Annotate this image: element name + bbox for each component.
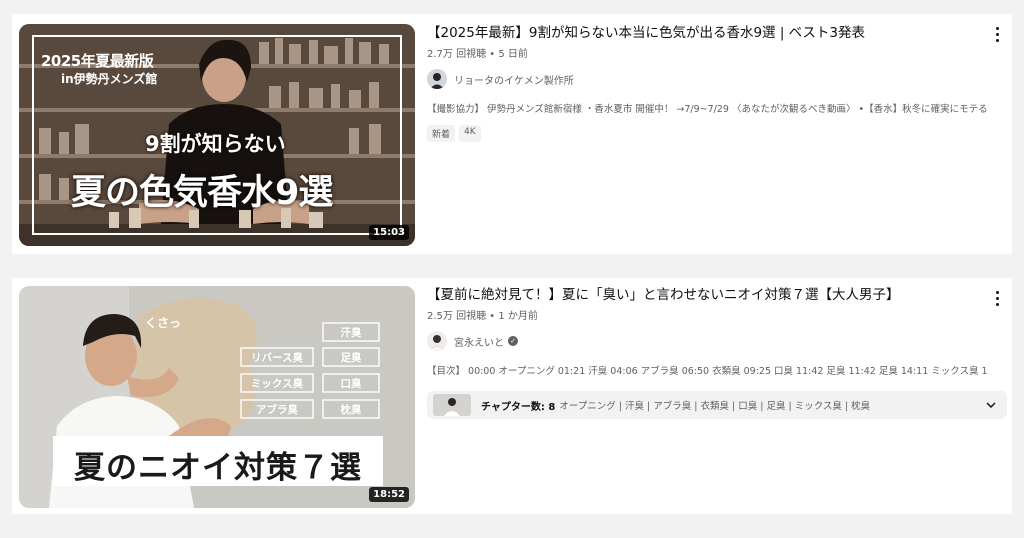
avatar-image — [427, 69, 447, 89]
thumbnail-2-banner-text: 夏のニオイ対策７選 — [74, 450, 362, 486]
video-thumbnail-2[interactable]: くさっ 汗臭 リバース臭 足臭 ミックス臭 口臭 アブラ臭 枕臭 夏のニオイ対策… — [19, 286, 415, 508]
thumbnail-1-main-text: 夏の色気香水9選 — [71, 173, 333, 213]
label-ashi: 足臭 — [340, 352, 362, 364]
more-options-icon[interactable] — [990, 288, 1004, 308]
label-mix: ミックス臭 — [250, 378, 304, 390]
video-meta: 2.7万 回視聴 • 5 日前 — [427, 49, 528, 60]
channel-row[interactable]: リョータのイケメン製作所 — [427, 69, 987, 89]
video-description: 【撮影協力】 伊勢丹メンズ館新宿様 ・香水夏市 開催中！ →7/9~7/29 〈… — [427, 104, 987, 115]
chapters-bar[interactable]: チャプター数: 8 オープニング | 汗臭 | アブラ臭 | 衣類臭 | 口臭 … — [427, 391, 1007, 419]
label-ase: 汗臭 — [340, 327, 362, 339]
chapters-count: チャプター数: 8 — [481, 401, 556, 413]
4k-badge: 4K — [459, 125, 481, 142]
label-abura: アブラ臭 — [256, 404, 298, 416]
video-thumbnail-1[interactable]: 2025年夏最新版 in伊勢丹メンズ館 9割が知らない 夏の色気香水9選 15:… — [19, 24, 415, 246]
chapter-thumbnail-image — [433, 394, 471, 416]
video-info-1: 【2025年最新】9割が知らない本当に色気が出る香水9選 | ベスト3発表 2.… — [427, 24, 987, 142]
video-description: 【目次】 00:00 オープニング 01:21 汗臭 04:06 アブラ臭 06… — [427, 366, 987, 377]
chapters-list: オープニング | 汗臭 | アブラ臭 | 衣類臭 | 口臭 | 足臭 | ミック… — [559, 401, 871, 412]
channel-avatar[interactable] — [427, 331, 447, 351]
channel-name[interactable]: リョータのイケメン製作所 — [454, 72, 574, 87]
duration-badge: 15:03 — [369, 225, 409, 240]
video-meta: 2.5万 回視聴 • 1 か月前 — [427, 311, 538, 322]
more-options-icon[interactable] — [990, 24, 1004, 44]
avatar-image — [427, 331, 447, 351]
channel-row[interactable]: 宮永えいと ✓ — [427, 331, 987, 351]
video-card-2[interactable]: くさっ 汗臭 リバース臭 足臭 ミックス臭 口臭 アブラ臭 枕臭 夏のニオイ対策… — [12, 278, 1012, 514]
new-badge: 新着 — [427, 125, 456, 142]
chevron-down-icon[interactable] — [985, 399, 997, 411]
label-makura: 枕臭 — [340, 404, 362, 416]
verified-check-icon: ✓ — [508, 336, 518, 346]
label-reverse: リバース臭 — [251, 352, 303, 364]
chapter-thumbnail — [433, 394, 471, 416]
channel-name[interactable]: 宮永えいと — [454, 334, 504, 349]
video-badges: 新着 4K — [427, 125, 987, 142]
thumbnail-1-caption: 9割が知らない — [145, 132, 286, 156]
video-title[interactable]: 【2025年最新】9割が知らない本当に色気が出る香水9選 | ベスト3発表 — [427, 24, 987, 43]
duration-badge: 18:52 — [369, 487, 409, 502]
channel-avatar[interactable] — [427, 69, 447, 89]
thumbnail-2-kusa: くさっ — [145, 316, 182, 330]
video-card-1[interactable]: 2025年夏最新版 in伊勢丹メンズ館 9割が知らない 夏の色気香水9選 15:… — [12, 14, 1012, 254]
label-kuchi: 口臭 — [340, 378, 362, 390]
thumbnail-1-subline: in伊勢丹メンズ館 — [61, 72, 158, 86]
video-title[interactable]: 【夏前に絶対見て！】夏に「臭い」と言わせないニオイ対策７選【大人男子】 — [427, 286, 987, 305]
thumbnail-1-headline: 2025年夏最新版 — [41, 52, 154, 70]
video-info-2: 【夏前に絶対見て！】夏に「臭い」と言わせないニオイ対策７選【大人男子】 2.5万… — [427, 286, 987, 377]
